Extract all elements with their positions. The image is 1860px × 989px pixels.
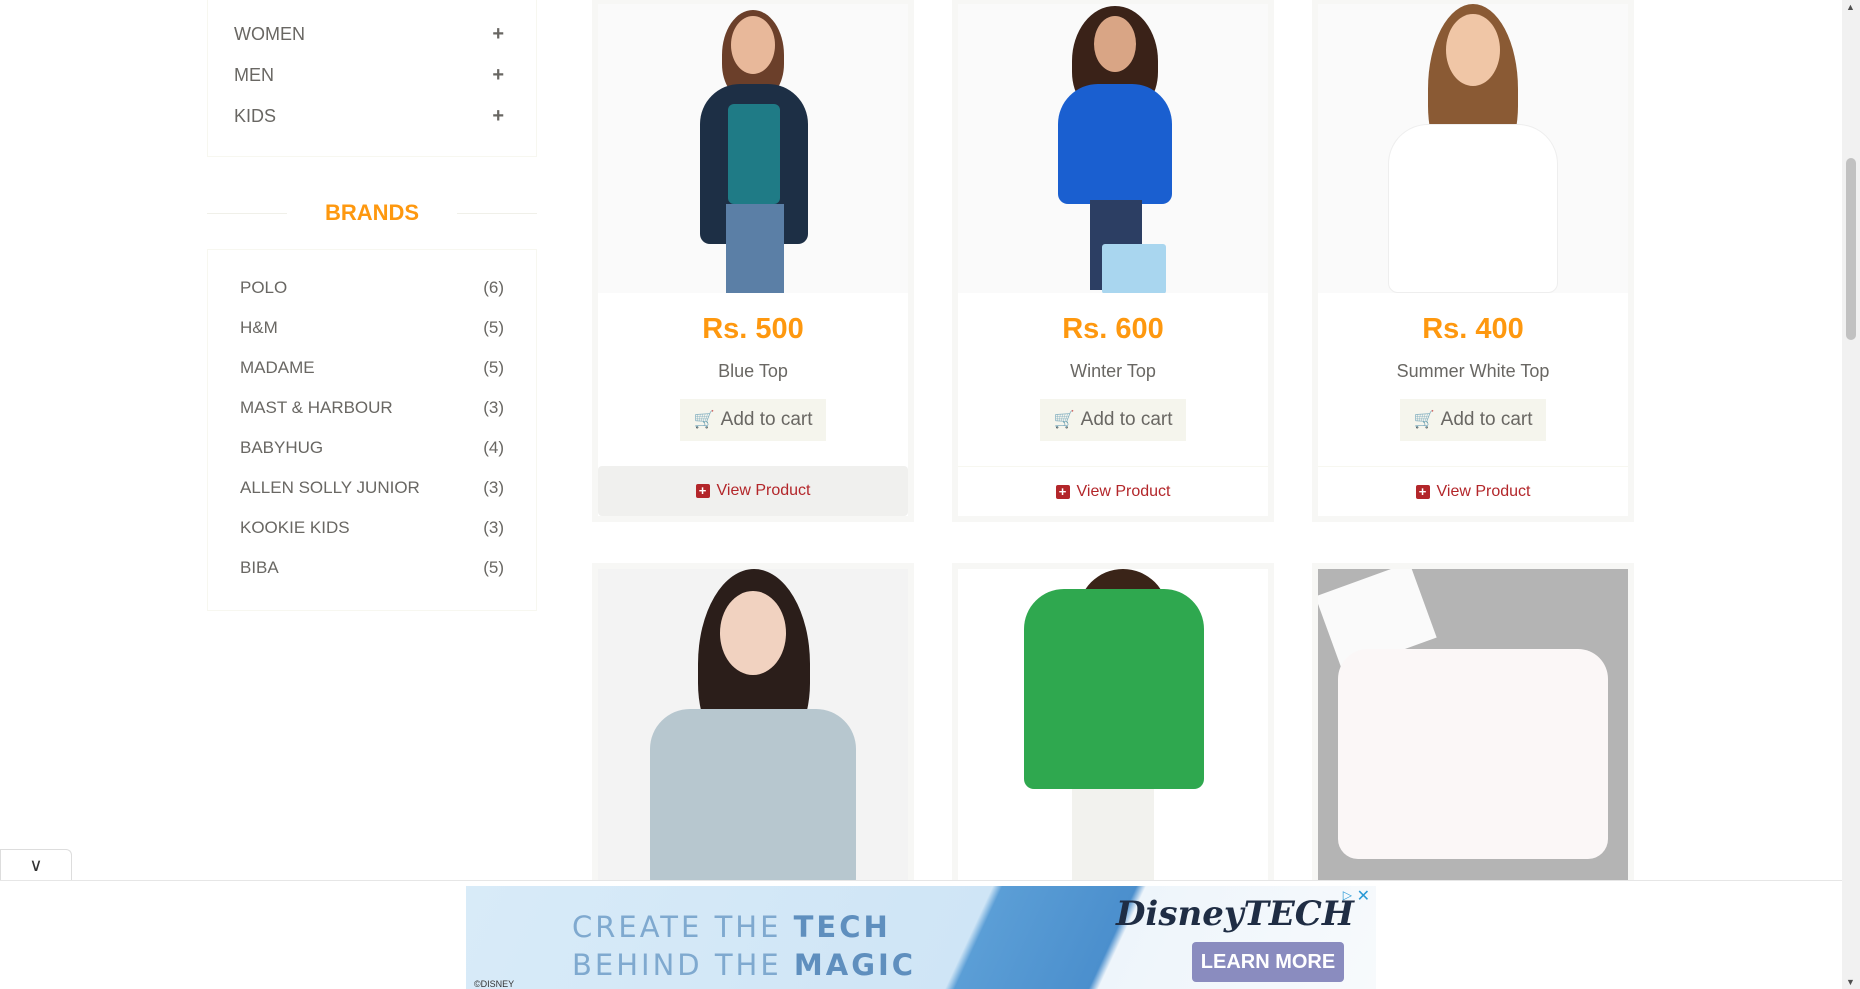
add-to-cart-button[interactable]: 🛒 Add to cart — [1400, 399, 1546, 441]
view-product-link[interactable]: + View Product — [958, 466, 1268, 516]
chevron-down-icon: ∨ — [29, 855, 43, 875]
ad-learn-more-button[interactable]: LEARN MORE — [1192, 942, 1344, 982]
plus-square-icon: + — [1415, 484, 1430, 499]
product-name: Summer White Top — [1396, 361, 1550, 381]
brand-name: ALLEN SOLLY JUNIOR — [240, 478, 420, 497]
brand-count: (3) — [483, 518, 504, 537]
brand-item-polo[interactable]: POLO (6) — [240, 268, 504, 308]
product-image[interactable] — [958, 4, 1268, 293]
brand-name: H&M — [240, 318, 278, 337]
ad-choices-icon[interactable]: ▷ — [1343, 888, 1352, 902]
product-name: Winter Top — [1070, 361, 1156, 381]
brands-list: POLO (6) H&M (5) MADAME (5) MAST & HARBO… — [207, 249, 537, 611]
product-card — [1312, 563, 1634, 893]
product-card — [592, 563, 914, 893]
ad-logo: DisneyTECH — [1115, 894, 1354, 934]
close-icon[interactable]: ✕ — [1357, 886, 1370, 906]
brands-heading: BRANDS — [207, 185, 537, 241]
view-product-link[interactable]: + View Product — [1318, 466, 1628, 516]
brand-name: BABYHUG — [240, 438, 324, 457]
product-price: Rs. 400 — [1422, 313, 1524, 345]
brand-name: KOOKIE KIDS — [240, 518, 350, 537]
add-to-cart-label: Add to cart — [1440, 409, 1533, 430]
page-scrollbar[interactable]: ▲ ▼ — [1842, 0, 1860, 989]
brand-item-allen-solly-junior[interactable]: ALLEN SOLLY JUNIOR (3) — [240, 468, 504, 508]
ad-collapse-button[interactable]: ∨ — [0, 849, 72, 881]
brand-count: (5) — [483, 318, 504, 337]
cart-icon: 🛒 — [693, 410, 715, 429]
add-to-cart-label: Add to cart — [720, 409, 813, 430]
view-product-link[interactable]: + View Product — [598, 466, 908, 516]
category-label: KIDS — [234, 106, 277, 126]
ad-headline-part: BEHIND THE — [572, 948, 794, 982]
plus-icon[interactable]: + — [492, 105, 504, 128]
scroll-up-icon[interactable]: ▲ — [1846, 2, 1855, 12]
ad-headline-emphasis: TECH — [793, 910, 891, 944]
view-product-label: View Product — [1076, 482, 1171, 500]
brand-item-madame[interactable]: MADAME (5) — [240, 348, 504, 388]
cart-icon: 🛒 — [1413, 410, 1435, 429]
add-to-cart-button[interactable]: 🛒 Add to cart — [1040, 399, 1186, 441]
product-image[interactable] — [1318, 569, 1628, 889]
brand-count: (5) — [483, 358, 504, 377]
brand-item-babyhug[interactable]: BABYHUG (4) — [240, 428, 504, 468]
add-to-cart-label: Add to cart — [1080, 409, 1173, 430]
ad-copyright: ©DISNEY — [474, 979, 515, 989]
brand-item-kookie-kids[interactable]: KOOKIE KIDS (3) — [240, 508, 504, 548]
ad-headline-part: CREATE THE — [572, 910, 794, 944]
view-product-label: View Product — [716, 482, 811, 499]
category-women[interactable]: WOMEN + — [234, 14, 536, 55]
product-image[interactable] — [1318, 4, 1628, 293]
brand-count: (3) — [483, 478, 504, 497]
product-card: Rs. 600 Winter Top 🛒 Add to cart + View Pr… — [952, 0, 1274, 522]
scroll-down-icon[interactable]: ▼ — [1846, 977, 1855, 987]
product-name: Blue Top — [718, 361, 788, 381]
ad-banner[interactable]: CREATE THE TECH BEHIND THE MAGIC DisneyT… — [466, 886, 1376, 989]
brand-count: (4) — [483, 438, 504, 457]
plus-square-icon: + — [1055, 484, 1070, 499]
product-card — [952, 563, 1274, 893]
product-price: Rs. 600 — [1062, 313, 1164, 345]
product-card: Rs. 400 Summer White Top 🛒 Add to cart + V… — [1312, 0, 1634, 522]
product-price: Rs. 500 — [702, 313, 804, 345]
ad-headline-emphasis: MAGIC — [793, 948, 917, 982]
brand-name: MAST & HARBOUR — [240, 398, 393, 417]
plus-square-icon: + — [695, 484, 710, 498]
cart-icon: 🛒 — [1053, 410, 1075, 429]
category-men[interactable]: MEN + — [234, 55, 536, 96]
view-product-label: View Product — [1436, 482, 1531, 500]
product-image[interactable] — [598, 4, 908, 293]
brand-count: (6) — [483, 278, 504, 297]
scrollbar-thumb[interactable] — [1846, 158, 1856, 340]
brands-title: BRANDS — [286, 200, 458, 225]
brand-name: MADAME — [240, 358, 315, 377]
category-panel: WOMEN + MEN + KIDS + — [207, 0, 537, 157]
plus-icon[interactable]: + — [492, 64, 504, 87]
category-label: MEN — [234, 65, 274, 85]
product-image[interactable] — [598, 569, 908, 889]
add-to-cart-button[interactable]: 🛒 Add to cart — [680, 399, 826, 441]
category-kids[interactable]: KIDS + — [234, 96, 536, 137]
product-card: Rs. 500 Blue Top 🛒 Add to cart + View Prod… — [592, 0, 914, 522]
brand-item-hm[interactable]: H&M (5) — [240, 308, 504, 348]
brand-item-mast-harbour[interactable]: MAST & HARBOUR (3) — [240, 388, 504, 428]
left-sidebar: WOMEN + MEN + KIDS + BRANDS POLO (6) H&M… — [207, 0, 537, 611]
plus-icon[interactable]: + — [492, 23, 504, 46]
brand-count: (3) — [483, 398, 504, 417]
brand-name: BIBA — [240, 558, 279, 577]
brand-count: (5) — [483, 558, 504, 577]
ad-headline: CREATE THE TECH BEHIND THE MAGIC — [572, 908, 916, 984]
category-label: WOMEN — [234, 24, 305, 44]
product-image[interactable] — [958, 569, 1268, 889]
brand-name: POLO — [240, 278, 288, 297]
brand-item-biba[interactable]: BIBA (5) — [240, 548, 504, 588]
